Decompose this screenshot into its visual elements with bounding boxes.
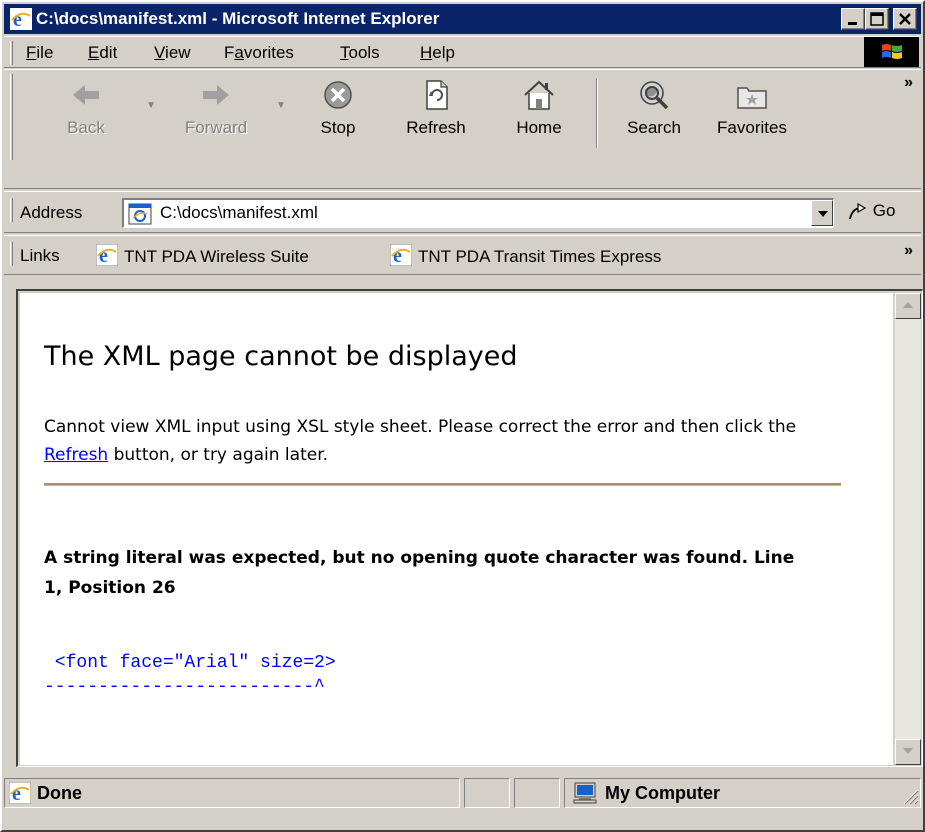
vertical-scrollbar[interactable] — [895, 293, 921, 765]
standard-toolbar: Back ▼ Forward ▼ Stop Refresh Home Searc… — [4, 69, 921, 189]
svg-text:e: e — [393, 245, 402, 266]
menu-help[interactable]: Help — [420, 43, 455, 63]
refresh-link[interactable]: Refresh — [44, 445, 108, 465]
error-pointer: -------------------------^ — [44, 677, 325, 697]
refresh-icon — [426, 80, 448, 110]
forward-button[interactable]: Forward — [176, 78, 256, 158]
toolbar-more-chevron[interactable]: » — [904, 74, 913, 92]
back-dropdown-icon[interactable]: ▼ — [146, 100, 156, 111]
title-bar[interactable]: e C:\docs\manifest.xml - Microsoft Inter… — [4, 4, 921, 34]
links-label: Links — [20, 246, 60, 265]
menu-favorites[interactable]: Favorites — [224, 43, 294, 63]
close-button[interactable] — [893, 8, 917, 30]
link-tnt-transit-times[interactable]: e TNT PDA Transit Times Express — [389, 243, 661, 271]
scroll-up-button[interactable] — [895, 293, 921, 319]
ie-page-icon: e — [95, 243, 119, 271]
back-button[interactable]: Back — [56, 78, 116, 158]
menubar-grip[interactable] — [10, 41, 13, 65]
go-button[interactable]: Go — [848, 201, 895, 221]
toolbar-separator — [596, 78, 598, 148]
status-text: Done — [37, 783, 82, 803]
menu-edit[interactable]: Edit — [88, 43, 117, 63]
ie-page-icon: e — [8, 781, 32, 809]
home-icon — [524, 80, 554, 110]
error-message: A string literal was expected, but no op… — [44, 548, 795, 598]
chevron-up-icon — [903, 302, 913, 308]
favorites-folder-icon — [737, 87, 767, 109]
status-bar: e Done My Computer — [4, 772, 921, 830]
back-arrow-icon — [73, 85, 99, 105]
refresh-button[interactable]: Refresh — [394, 78, 478, 158]
browser-window: e C:\docs\manifest.xml - Microsoft Inter… — [0, 0, 925, 832]
address-dropdown-button[interactable] — [811, 200, 833, 226]
status-pane-progress — [464, 778, 510, 808]
chevron-down-icon — [903, 748, 913, 754]
menu-view[interactable]: View — [154, 43, 191, 63]
status-zone-pane: My Computer — [564, 778, 921, 808]
menu-tools[interactable]: Tools — [340, 43, 380, 63]
maximize-button[interactable] — [865, 8, 889, 30]
content-frame: The XML page cannot be displayed Cannot … — [16, 289, 923, 767]
error-heading: The XML page cannot be displayed — [44, 341, 518, 372]
menu-bar: File Edit View Favorites Tools Help — [4, 36, 921, 68]
forward-arrow-icon — [203, 85, 229, 105]
chevron-down-icon — [818, 211, 828, 217]
menu-file[interactable]: File — [26, 43, 53, 63]
security-zone-text: My Computer — [605, 783, 721, 803]
svg-text:e: e — [13, 9, 22, 30]
forward-dropdown-icon[interactable]: ▼ — [276, 100, 286, 111]
page-content: The XML page cannot be displayed Cannot … — [20, 293, 893, 765]
window-title: C:\docs\manifest.xml - Microsoft Interne… — [36, 9, 440, 28]
windows-logo-icon — [864, 37, 919, 67]
stop-button[interactable]: Stop — [308, 78, 368, 158]
resize-grip-icon[interactable] — [901, 787, 919, 810]
svg-text:e: e — [99, 245, 108, 266]
address-bar: Address C:\docs\manifest.xml Go — [4, 191, 921, 233]
favorites-button[interactable]: Favorites — [704, 78, 800, 158]
search-button[interactable]: Search — [616, 78, 692, 158]
address-label: Address — [20, 203, 83, 222]
svg-text:e: e — [12, 783, 21, 804]
my-computer-icon — [573, 782, 597, 809]
stop-icon — [324, 81, 352, 109]
go-arrow-icon — [849, 202, 867, 219]
minimize-button[interactable] — [841, 8, 865, 30]
xml-page-icon — [128, 203, 152, 230]
linksbar-grip[interactable] — [10, 242, 13, 266]
link-tnt-wireless-suite[interactable]: e TNT PDA Wireless Suite — [95, 243, 309, 271]
horizontal-rule — [44, 483, 841, 486]
address-input[interactable]: C:\docs\manifest.xml — [122, 198, 834, 228]
addressbar-grip[interactable] — [10, 198, 13, 222]
address-value: C:\docs\manifest.xml — [160, 203, 318, 222]
status-pane-security — [514, 778, 560, 808]
search-globe-icon — [640, 81, 669, 110]
status-main-pane: e Done — [4, 778, 460, 808]
error-source: <font face="Arial" size=2> --------------… — [44, 651, 336, 699]
scroll-down-button[interactable] — [895, 739, 921, 765]
ie-page-icon: e — [389, 243, 413, 271]
ie-logo-icon: e — [10, 8, 32, 31]
home-button[interactable]: Home — [504, 78, 574, 158]
toolbar-grip[interactable] — [10, 74, 13, 160]
links-bar: Links e TNT PDA Wireless Suite e TNT PDA… — [4, 235, 921, 275]
links-more-chevron[interactable]: » — [904, 242, 913, 260]
error-description: Cannot view XML input using XSL style sh… — [44, 417, 797, 465]
source-line: <font face="Arial" size=2> — [44, 653, 336, 673]
